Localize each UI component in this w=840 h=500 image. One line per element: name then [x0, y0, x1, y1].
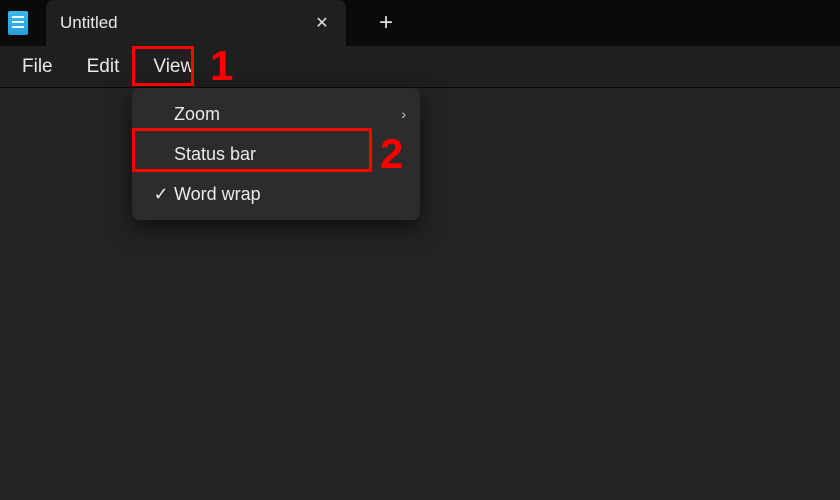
dropdown-label: Zoom	[174, 104, 401, 125]
tab-untitled[interactable]: Untitled ✕	[46, 0, 346, 46]
titlebar: Untitled ✕ +	[0, 0, 840, 46]
dropdown-item-status-bar[interactable]: Status bar	[132, 134, 420, 174]
editor-area[interactable]	[0, 88, 840, 500]
tab-title: Untitled	[60, 13, 312, 33]
new-tab-button[interactable]: +	[366, 3, 406, 43]
dropdown-label: Word wrap	[174, 184, 406, 205]
menubar: File Edit View	[0, 46, 840, 88]
close-icon[interactable]: ✕	[312, 13, 332, 33]
dropdown-label: Status bar	[174, 144, 406, 165]
check-icon: ✓	[148, 184, 174, 205]
menu-file[interactable]: File	[6, 50, 69, 84]
chevron-right-icon: ›	[401, 106, 406, 122]
menu-edit[interactable]: Edit	[71, 50, 136, 84]
dropdown-item-zoom[interactable]: Zoom ›	[132, 94, 420, 134]
view-dropdown: Zoom › Status bar ✓ Word wrap	[132, 88, 420, 220]
menu-view[interactable]: View	[137, 50, 210, 84]
dropdown-item-word-wrap[interactable]: ✓ Word wrap	[132, 174, 420, 214]
notepad-icon	[8, 11, 28, 35]
